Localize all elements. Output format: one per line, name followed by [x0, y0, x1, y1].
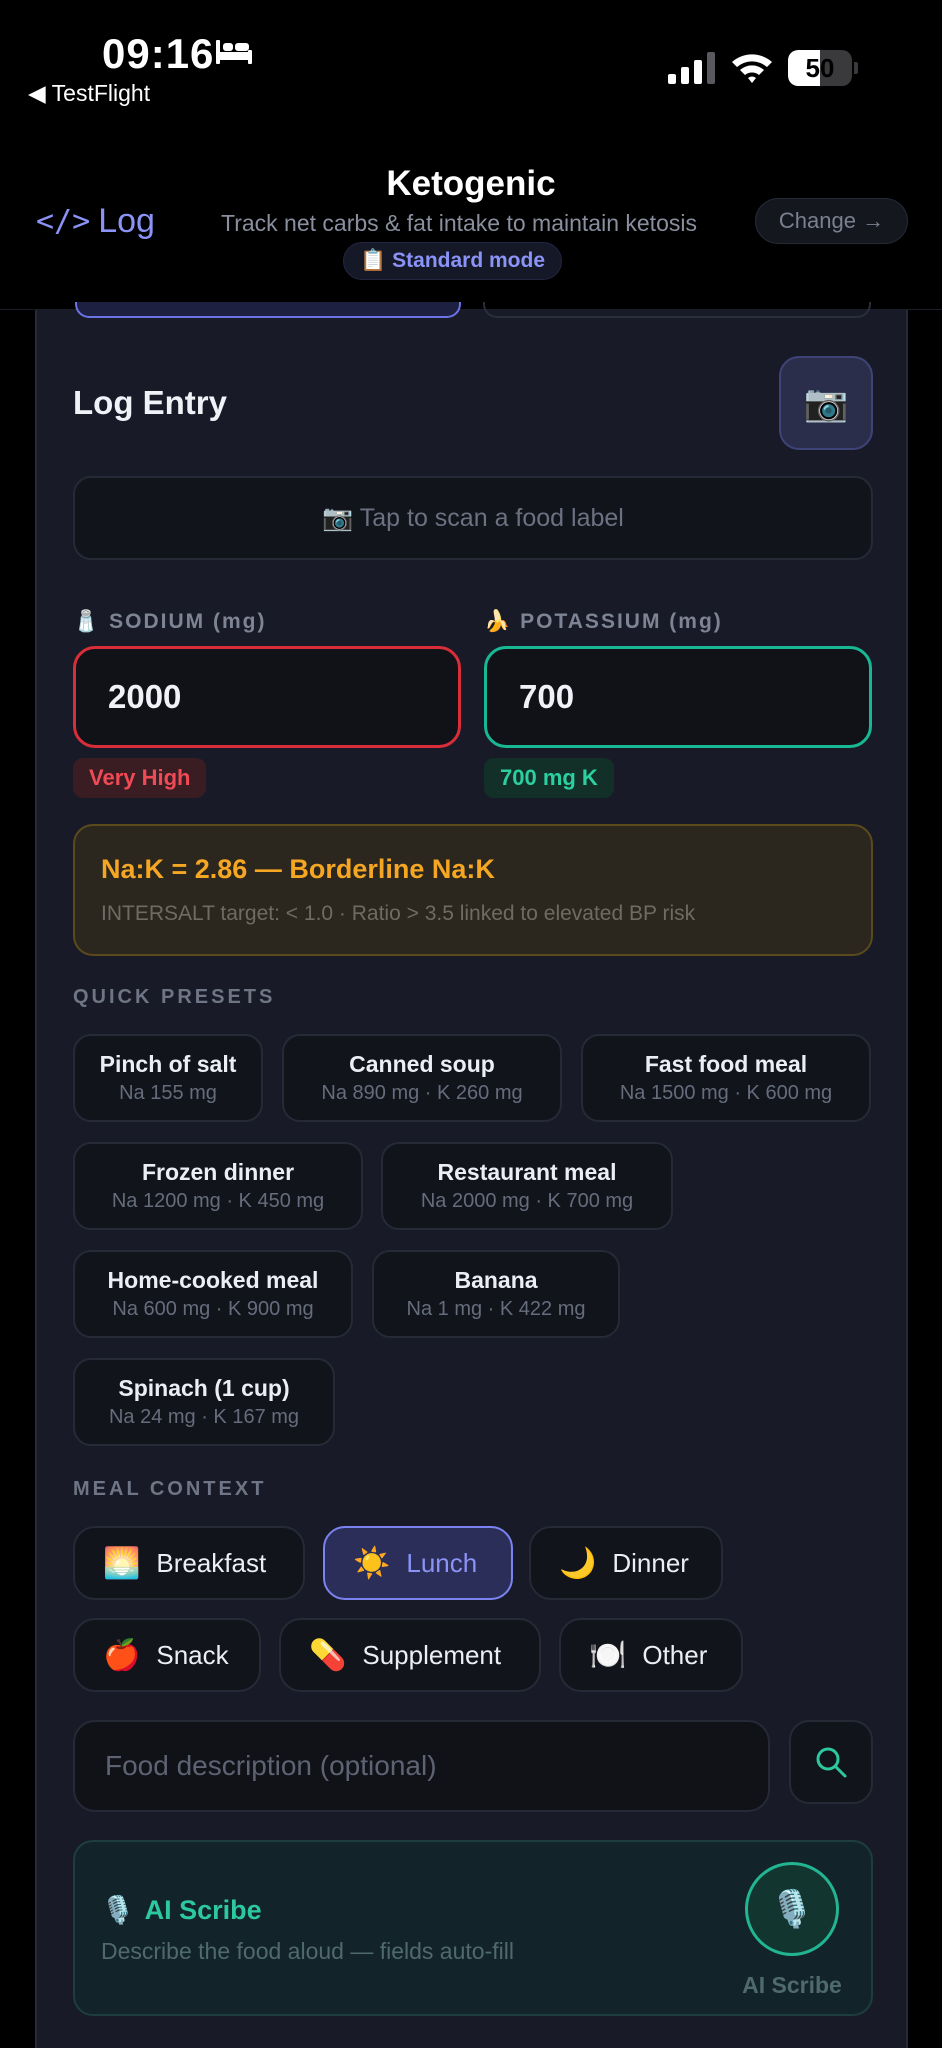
ai-scribe-panel: 🎙️ AI Scribe Describe the food aloud — f… — [73, 1840, 873, 2016]
tab-stub-left[interactable] — [75, 302, 461, 318]
plate-icon: 🍽️ — [589, 1638, 627, 1672]
ai-scribe-subtitle: Describe the food aloud — fields auto-fi… — [101, 1938, 514, 1964]
clipboard-icon: 📋 — [360, 249, 387, 272]
banana-icon: 🍌 — [484, 610, 513, 633]
ratio-subtitle: INTERSALT target: < 1.0 · Ratio > 3.5 li… — [101, 902, 696, 925]
ai-scribe-title: 🎙️ AI Scribe — [101, 1894, 262, 1926]
preset-name: Spinach (1 cup) — [118, 1375, 290, 1401]
preset-banana[interactable]: Banana Na 1 mg · K 422 mg — [372, 1250, 620, 1338]
preset-values: Na 155 mg — [119, 1082, 217, 1104]
preset-name: Fast food meal — [644, 1051, 808, 1077]
log-entry-title: Log Entry — [73, 384, 227, 421]
potassium-label: 🍌 POTASSIUM (mg) — [484, 610, 723, 634]
wifi-icon — [732, 54, 772, 83]
ratio-title: Na:K = 2.86 — Borderline Na:K — [101, 854, 495, 884]
pill-icon: 💊 — [309, 1638, 347, 1672]
potassium-value: 700 — [519, 678, 575, 715]
status-bar: 09:16 ◀ TestFlight 50 — [0, 0, 942, 130]
meal-context-label: MEAL CONTEXT — [73, 1478, 267, 1500]
preset-name: Banana — [454, 1267, 538, 1293]
tab-stub-right[interactable] — [483, 302, 871, 318]
ai-scribe-mic-button[interactable]: 🎙️ — [745, 1862, 839, 1956]
mode-badge: 📋 Standard mode — [343, 242, 563, 280]
preset-spinach[interactable]: Spinach (1 cup) Na 24 mg · K 167 mg — [73, 1358, 335, 1446]
preset-name: Pinch of salt — [99, 1051, 237, 1077]
meal-label: Other — [642, 1639, 708, 1670]
microphone-icon: 🎙️ — [769, 1888, 815, 1929]
meal-snack[interactable]: 🍎 Snack — [73, 1618, 261, 1692]
moon-icon: 🌙 — [559, 1546, 597, 1580]
sodium-label: 🧂 SODIUM (mg) — [73, 610, 266, 634]
preset-canned-soup[interactable]: Canned soup Na 890 mg · K 260 mg — [282, 1034, 562, 1122]
sodium-label-text: SODIUM (mg) — [109, 610, 267, 633]
preset-restaurant-meal[interactable]: Restaurant meal Na 2000 mg · K 700 mg — [381, 1142, 673, 1230]
sunrise-icon: 🌅 — [103, 1546, 141, 1580]
log-entry-card: Log Entry 📷 📷 Tap to scan a food label 🧂… — [35, 302, 908, 2048]
cellular-signal-icon — [668, 52, 715, 84]
preset-values: Na 600 mg · K 900 mg — [112, 1298, 314, 1320]
meal-label: Dinner — [612, 1547, 689, 1578]
meal-other[interactable]: 🍽️ Other — [559, 1618, 743, 1692]
preset-values: Na 1 mg · K 422 mg — [406, 1298, 586, 1320]
status-time: 09:16 — [102, 30, 215, 77]
change-diet-button[interactable]: Change → — [755, 198, 908, 244]
meal-breakfast[interactable]: 🌅 Breakfast — [73, 1526, 305, 1600]
preset-values: Na 24 mg · K 167 mg — [108, 1406, 300, 1428]
preset-frozen-dinner[interactable]: Frozen dinner Na 1200 mg · K 450 mg — [73, 1142, 363, 1230]
mode-label: Standard mode — [392, 249, 546, 272]
preset-name: Frozen dinner — [141, 1159, 295, 1185]
scan-label-text: 📷 Tap to scan a food label — [322, 503, 624, 532]
food-search-button[interactable] — [789, 1720, 873, 1804]
preset-values: Na 1500 mg · K 600 mg — [619, 1082, 833, 1104]
camera-icon: 📷 — [803, 382, 849, 423]
battery-icon: 50 — [788, 50, 858, 86]
microphone-icon: 🎙️ — [101, 1895, 135, 1925]
sun-icon: ☀️ — [353, 1546, 391, 1580]
preset-home-cooked-meal[interactable]: Home-cooked meal Na 600 mg · K 900 mg — [73, 1250, 353, 1338]
ai-scribe-button-label: AI Scribe — [742, 1972, 842, 1998]
scan-label-button[interactable]: 📷 Tap to scan a food label — [73, 476, 873, 560]
meal-lunch[interactable]: ☀️ Lunch — [323, 1526, 513, 1600]
salt-icon: 🧂 — [73, 610, 102, 633]
back-to-testflight[interactable]: ◀ TestFlight — [28, 80, 150, 107]
meal-label: Breakfast — [156, 1547, 267, 1578]
meal-supplement[interactable]: 💊 Supplement — [279, 1618, 541, 1692]
meal-label: Snack — [156, 1639, 229, 1670]
potassium-input[interactable]: 700 — [484, 646, 872, 748]
potassium-label-text: POTASSIUM (mg) — [520, 610, 723, 633]
meal-label: Lunch — [406, 1547, 478, 1578]
meal-label: Supplement — [362, 1639, 502, 1670]
preset-name: Home-cooked meal — [107, 1267, 319, 1293]
apple-icon: 🍎 — [103, 1638, 141, 1672]
preset-values: Na 1200 mg · K 450 mg — [111, 1190, 325, 1212]
ai-scribe-title-text: AI Scribe — [144, 1894, 262, 1925]
preset-name: Canned soup — [349, 1051, 495, 1077]
ratio-alert: Na:K = 2.86 — Borderline Na:K INTERSALT … — [73, 824, 873, 956]
quick-presets-label: QUICK PRESETS — [73, 986, 276, 1008]
sodium-value: 2000 — [108, 678, 182, 715]
camera-button[interactable]: 📷 — [779, 356, 873, 450]
potassium-status-badge: 700 mg K — [484, 758, 614, 798]
bed-icon — [216, 40, 252, 64]
meal-dinner[interactable]: 🌙 Dinner — [529, 1526, 723, 1600]
app-header: </> Log Ketogenic Track net carbs & fat … — [0, 130, 942, 310]
sodium-status-badge: Very High — [73, 758, 207, 798]
preset-pinch-of-salt[interactable]: Pinch of salt Na 155 mg — [73, 1034, 263, 1122]
search-icon — [816, 1747, 847, 1778]
preset-name: Restaurant meal — [437, 1159, 617, 1185]
preset-values: Na 2000 mg · K 700 mg — [420, 1190, 634, 1212]
battery-percent: 50 — [805, 53, 835, 83]
preset-values: Na 890 mg · K 260 mg — [321, 1082, 523, 1104]
preset-fast-food-meal[interactable]: Fast food meal Na 1500 mg · K 600 mg — [581, 1034, 871, 1122]
sodium-input[interactable]: 2000 — [73, 646, 461, 748]
food-description-input[interactable] — [73, 1720, 770, 1812]
